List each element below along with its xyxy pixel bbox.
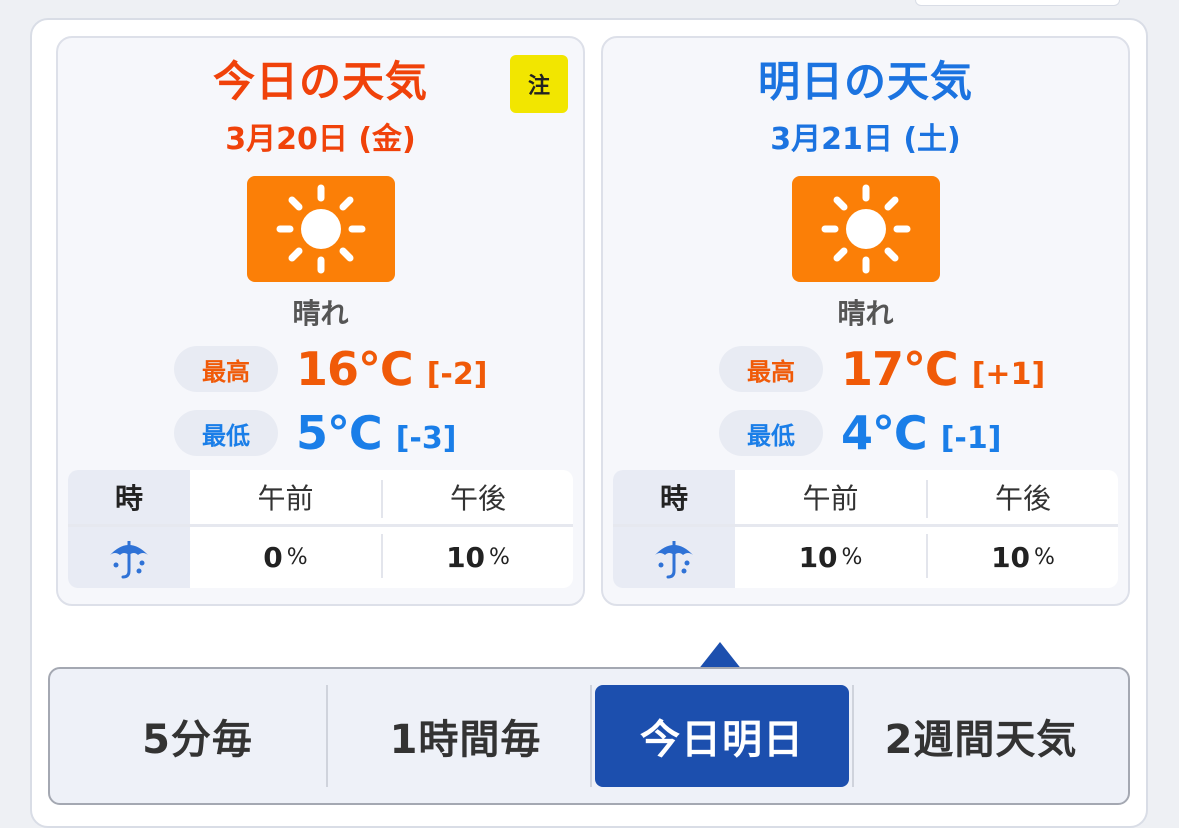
precip-col-am: 午前: [802, 482, 859, 515]
precip-am-value: 0%: [263, 541, 308, 574]
today-precip-table: 時 午前 午後 0% 10%: [68, 470, 573, 588]
today-date: 3月20日 (金): [225, 122, 416, 157]
tab-5-minute[interactable]: 5分毎: [80, 685, 315, 787]
tomorrow-precip-table: 時 午前 午後 10% 10%: [613, 470, 1118, 588]
tomorrow-condition: 晴れ: [837, 297, 894, 330]
tomorrow-high-temp: 最高 17℃ [+1]: [719, 342, 1045, 396]
tab-today-tomorrow[interactable]: 今日明日: [595, 685, 849, 787]
today-low-temp: 最低 5℃ [-3]: [174, 406, 456, 460]
high-value: 16℃: [296, 342, 414, 396]
precip-pm-value: 10%: [991, 541, 1055, 574]
tab-2-week[interactable]: 2週間天気: [856, 685, 1106, 787]
precip-col-am: 午前: [257, 482, 314, 515]
today-title: 今日の天気: [212, 57, 428, 106]
precip-col-pm: 午後: [449, 482, 506, 515]
tab-divider: [590, 685, 592, 787]
tab-divider: [326, 685, 328, 787]
tab-hourly[interactable]: 1時間毎: [338, 685, 593, 787]
precip-pm-value: 10%: [446, 541, 510, 574]
low-value: 5℃: [296, 406, 383, 460]
today-condition: 晴れ: [292, 297, 349, 330]
high-label: 最高: [719, 346, 823, 392]
previous-panel-edge: [915, 0, 1120, 6]
high-value: 17℃: [841, 342, 959, 396]
high-diff: [+1]: [971, 356, 1046, 392]
precip-time-header: 時: [114, 482, 143, 515]
low-label: 最低: [174, 410, 278, 456]
sun-icon: [247, 176, 395, 282]
tomorrow-title: 明日の天気: [757, 57, 973, 106]
low-diff: [-1]: [940, 420, 1002, 456]
umbrella-icon: [68, 527, 190, 588]
umbrella-icon: [613, 527, 735, 588]
tab-divider: [852, 685, 854, 787]
low-value: 4℃: [841, 406, 928, 460]
tomorrow-date: 3月21日 (土): [770, 122, 961, 157]
high-label: 最高: [174, 346, 278, 392]
today-forecast-card[interactable]: 今日の天気 3月20日 (金) 注 晴れ 最高 16℃ [-2] 最低 5℃ […: [56, 36, 585, 606]
low-label: 最低: [719, 410, 823, 456]
low-diff: [-3]: [395, 420, 457, 456]
forecast-tab-bar: 5分毎 1時間毎 今日明日 2週間天気: [48, 667, 1130, 805]
precip-col-pm: 午後: [994, 482, 1051, 515]
tomorrow-low-temp: 最低 4℃ [-1]: [719, 406, 1001, 460]
precip-am-value: 10%: [798, 541, 863, 574]
advisory-badge[interactable]: 注: [510, 55, 568, 113]
precip-time-header: 時: [659, 482, 688, 515]
tomorrow-forecast-card[interactable]: 明日の天気 3月21日 (土) 晴れ 最高 17℃ [+1] 最低 4℃ [-1…: [601, 36, 1130, 606]
today-high-temp: 最高 16℃ [-2]: [174, 342, 487, 396]
sun-icon: [792, 176, 940, 282]
high-diff: [-2]: [426, 356, 488, 392]
